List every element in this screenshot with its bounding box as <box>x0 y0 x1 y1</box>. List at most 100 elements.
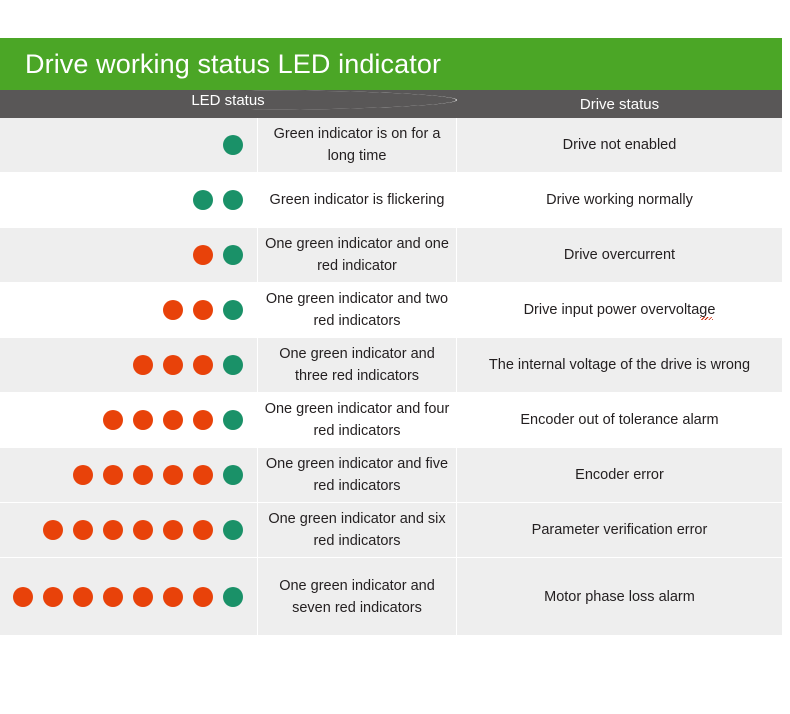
led-description-text: One green indicator and six red indicato… <box>268 511 446 549</box>
led-red-icon <box>193 520 213 540</box>
led-red-icon <box>193 300 213 320</box>
led-red-icon <box>103 465 123 485</box>
led-strip <box>163 300 243 320</box>
table-body: Green indicator is on for a long time Dri… <box>0 118 782 636</box>
page-title: Drive working status LED indicator <box>25 48 442 79</box>
led-description-text: One green indicator and one red indicato… <box>265 236 449 274</box>
drive-status-text: Motor phase loss alarm <box>544 588 695 605</box>
led-green-icon <box>223 586 243 607</box>
led-description-text: One green indicator and two red indicato… <box>265 291 449 329</box>
led-green-icon <box>223 135 243 155</box>
led-strip <box>193 245 243 265</box>
drive-status-text: The internal voltage of the drive is wro… <box>488 357 751 373</box>
led-pattern-cell <box>0 173 258 227</box>
table-row: Green indicator is on for a long time Dri… <box>0 118 782 173</box>
led-red-icon <box>193 410 213 430</box>
column-header-drive-status: Drive status <box>579 95 660 113</box>
led-strip <box>103 410 243 430</box>
led-red-icon <box>73 465 93 485</box>
led-red-icon <box>13 586 33 607</box>
drive-status-text: Drive not enabled <box>562 137 677 153</box>
led-description-text: One green indicator and four red indicat… <box>264 401 450 439</box>
led-red-icon <box>163 586 183 607</box>
led-green-icon <box>223 355 243 375</box>
led-strip <box>43 520 243 540</box>
led-red-icon <box>163 300 183 320</box>
led-red-icon <box>103 410 123 430</box>
led-red-icon <box>163 355 183 375</box>
drive-status-text: Encoder error <box>575 467 664 483</box>
led-description-cell: One green indicator and five red indicat… <box>258 448 457 502</box>
led-description-text: Green indicator is on for a long time <box>273 126 441 164</box>
led-green-icon <box>223 245 243 265</box>
led-red-icon <box>163 410 183 430</box>
table-row: One green indicator and seven red indica… <box>0 558 782 636</box>
drive-status-text-spellcheck: Drive input power overvoltage <box>524 299 715 321</box>
led-red-icon <box>133 355 153 375</box>
drive-status-cell: Encoder error <box>457 448 782 502</box>
title-banner: Drive working status LED indicator <box>0 38 782 90</box>
led-red-icon <box>133 410 153 430</box>
drive-status-text: Encoder out of tolerance alarm <box>520 412 719 428</box>
table-row: One green indicator and six red indicato… <box>0 503 782 558</box>
led-description-cell: Green indicator is on for a long time <box>258 118 457 172</box>
led-description-cell: One green indicator and six red indicato… <box>258 503 457 557</box>
drive-status-cell: Drive not enabled <box>457 118 782 172</box>
drive-status-cell: Drive working normally <box>457 173 782 227</box>
led-strip <box>73 465 243 485</box>
drive-status-cell: Encoder out of tolerance alarm <box>457 393 782 447</box>
led-red-icon <box>193 355 213 375</box>
led-description-text: One green indicator and five red indicat… <box>265 456 449 494</box>
led-green-icon <box>223 520 243 540</box>
drive-status-cell: The internal voltage of the drive is wro… <box>457 338 782 392</box>
led-green-icon <box>223 190 243 210</box>
led-strip <box>13 586 243 607</box>
led-description-cell: One green indicator and three red indica… <box>258 338 457 392</box>
led-green-icon <box>223 300 243 320</box>
led-description-cell: One green indicator and seven red indica… <box>258 558 457 635</box>
led-pattern-cell <box>0 448 258 502</box>
drive-status-cell: Drive input power overvoltage <box>457 283 782 337</box>
led-strip <box>193 190 243 210</box>
table-row: Green indicator is flickering Drive worki… <box>0 173 782 228</box>
led-description-text: Green indicator is flickering <box>269 192 445 208</box>
led-pattern-cell <box>0 338 258 392</box>
led-red-icon <box>133 586 153 607</box>
led-red-icon <box>133 465 153 485</box>
table-row: One green indicator and one red indicato… <box>0 228 782 283</box>
led-pattern-cell <box>0 118 258 172</box>
led-red-icon <box>73 586 93 607</box>
table-row: One green indicator and four red indicat… <box>0 393 782 448</box>
drive-status-text: Drive overcurrent <box>563 247 676 263</box>
drive-status-cell: Motor phase loss alarm <box>457 558 782 635</box>
led-green-icon <box>223 465 243 485</box>
led-green-icon <box>223 410 243 430</box>
page-root: Drive working status LED indicator LED s… <box>0 0 790 714</box>
led-red-icon <box>193 465 213 485</box>
led-red-icon <box>193 245 213 265</box>
led-description-cell: One green indicator and four red indicat… <box>258 393 457 447</box>
led-pattern-cell <box>0 393 258 447</box>
led-red-icon <box>103 520 123 540</box>
table-row: One green indicator and three red indica… <box>0 338 782 393</box>
led-indicator-table: Drive working status LED indicator LED s… <box>0 38 782 636</box>
led-red-icon <box>43 520 63 540</box>
led-red-icon <box>43 586 63 607</box>
led-red-icon <box>193 586 213 607</box>
led-red-icon <box>133 520 153 540</box>
led-pattern-cell <box>0 228 258 282</box>
table-row: One green indicator and two red indicato… <box>0 283 782 338</box>
led-pattern-cell <box>0 283 258 337</box>
led-strip <box>133 355 243 375</box>
led-red-icon <box>163 465 183 485</box>
led-description-text: One green indicator and three red indica… <box>279 346 435 384</box>
table-row: One green indicator and five red indicat… <box>0 448 782 503</box>
led-description-cell: Green indicator is flickering <box>258 173 457 227</box>
drive-status-cell: Drive overcurrent <box>457 228 782 282</box>
drive-status-text: Drive working normally <box>546 192 693 208</box>
led-description-cell: One green indicator and one red indicato… <box>258 228 457 282</box>
column-header-led-status: LED status <box>0 90 457 110</box>
led-pattern-cell <box>0 558 258 635</box>
drive-status-cell: Parameter verification error <box>457 503 782 557</box>
led-description-text: One green indicator and seven red indica… <box>279 577 435 616</box>
